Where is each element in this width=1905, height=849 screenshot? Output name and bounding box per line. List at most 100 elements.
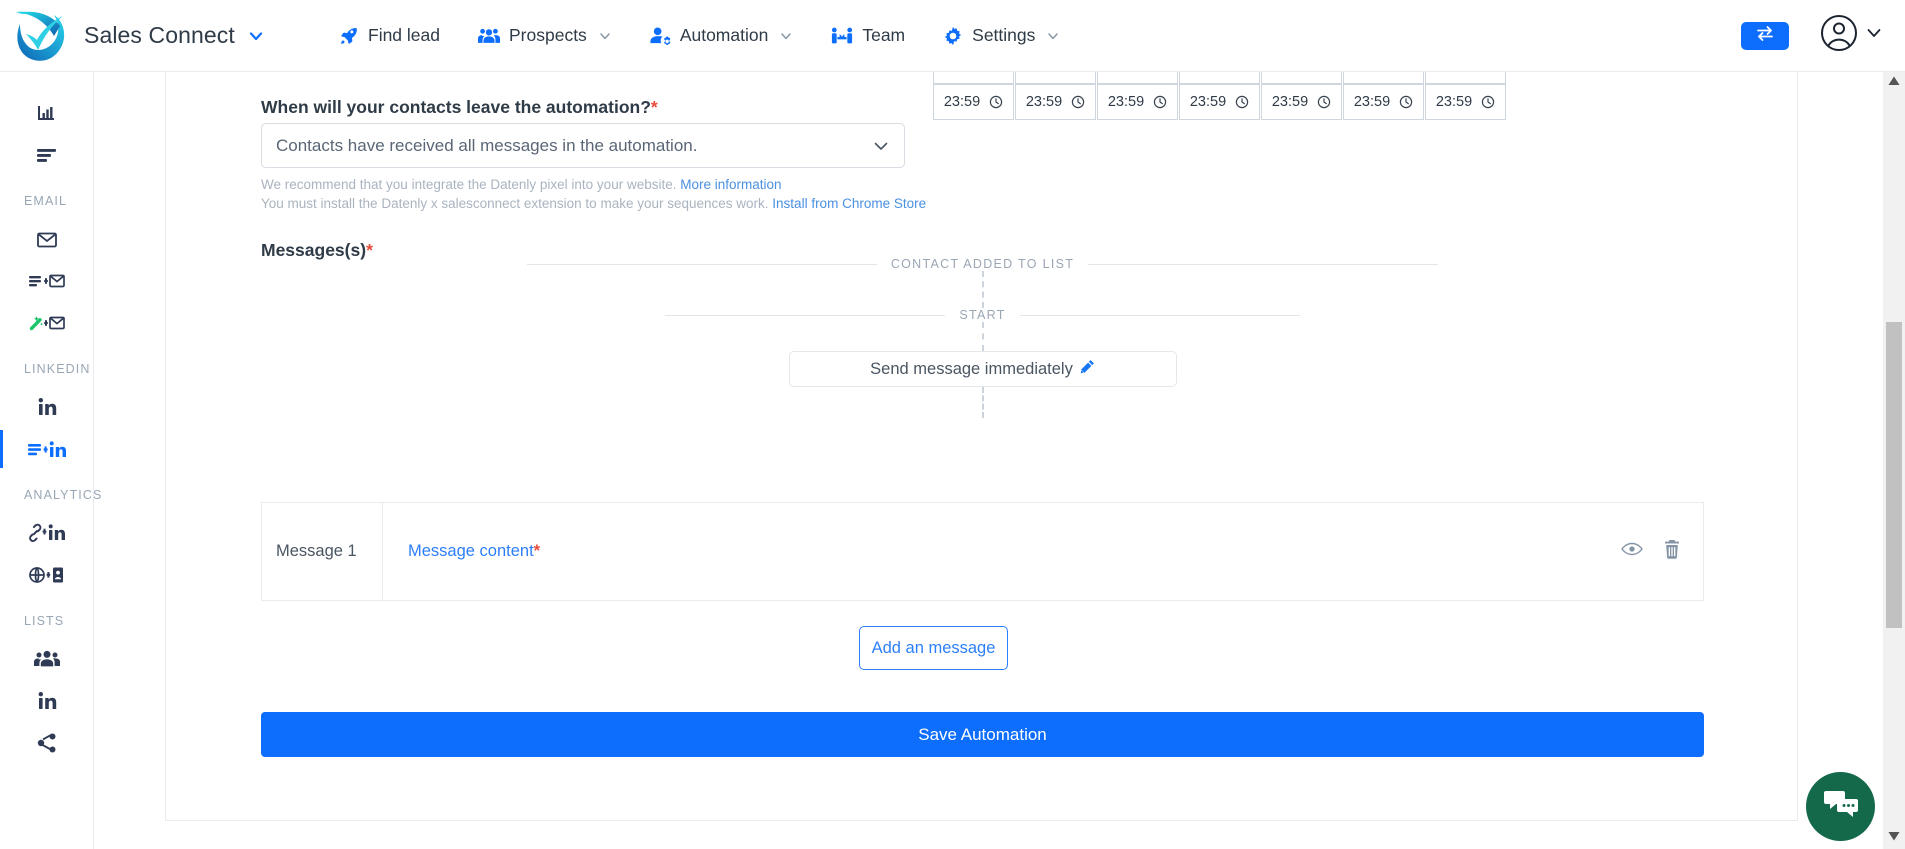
time-input[interactable] bbox=[1261, 72, 1342, 84]
list-plus-linkedin-icon bbox=[27, 438, 66, 460]
sidebar-item-email-ai[interactable] bbox=[0, 302, 93, 344]
sidebar-item-email[interactable] bbox=[0, 218, 93, 260]
nav-right-zone bbox=[1741, 13, 1905, 58]
message-content-link[interactable]: Message content* bbox=[408, 542, 540, 561]
time-input[interactable] bbox=[1015, 72, 1096, 84]
message-actions bbox=[1621, 503, 1703, 600]
sidebar-item-email-campaign[interactable] bbox=[0, 260, 93, 302]
avatar-chevron-down-icon[interactable] bbox=[1865, 24, 1883, 47]
time-value: 23:59 bbox=[1271, 94, 1309, 110]
sidebar-item-lists-overview[interactable] bbox=[0, 134, 93, 176]
time-input-end-1[interactable]: 23:59 bbox=[933, 84, 1014, 120]
clock-icon[interactable] bbox=[1317, 95, 1331, 109]
message-body: Message content* bbox=[383, 503, 1621, 600]
nav-item-settings[interactable]: Settings bbox=[943, 25, 1060, 46]
user-gear-icon bbox=[650, 26, 671, 45]
sales-connect-logo-icon bbox=[8, 4, 76, 68]
time-value: 23:59 bbox=[1107, 94, 1145, 110]
vertical-scrollbar[interactable] bbox=[1883, 72, 1905, 849]
add-message-button[interactable]: Add an message bbox=[859, 626, 1008, 670]
sidebar-item-linkedin[interactable] bbox=[0, 386, 93, 428]
sidebar-item-web-visitors[interactable] bbox=[0, 554, 93, 596]
clock-icon[interactable] bbox=[1399, 95, 1413, 109]
top-navigation-bar: Sales Connect Find lead Prospects Automa… bbox=[0, 0, 1905, 72]
share-nodes-icon bbox=[36, 732, 58, 754]
time-input-end-2[interactable]: 23:59 bbox=[1015, 84, 1096, 120]
flow-label: START bbox=[959, 308, 1006, 322]
swap-accounts-button[interactable] bbox=[1741, 21, 1789, 50]
time-input-end-7[interactable]: 23:59 bbox=[1425, 84, 1506, 120]
time-input[interactable] bbox=[933, 72, 1014, 84]
chevron-down-icon[interactable] bbox=[1046, 29, 1060, 43]
eye-icon[interactable] bbox=[1621, 541, 1643, 562]
user-menu[interactable] bbox=[1819, 13, 1883, 58]
time-input[interactable] bbox=[1343, 72, 1424, 84]
nav-label: Find lead bbox=[368, 25, 440, 45]
list-lines-icon bbox=[35, 145, 59, 165]
time-value: 23:59 bbox=[1435, 94, 1473, 110]
nav-item-automation[interactable]: Automation bbox=[650, 25, 794, 46]
nav-label: Settings bbox=[972, 25, 1036, 45]
install-chrome-store-link[interactable]: Install from Chrome Store bbox=[772, 196, 926, 211]
scroll-up-arrow-icon[interactable] bbox=[1887, 74, 1901, 92]
automation-form-card: When will your contacts leave the automa… bbox=[165, 72, 1798, 821]
globe-plus-card-icon bbox=[28, 564, 65, 586]
nav-label: Team bbox=[862, 25, 906, 45]
nav-item-prospects[interactable]: Prospects bbox=[478, 25, 612, 46]
time-input[interactable] bbox=[1179, 72, 1260, 84]
leave-automation-select[interactable]: Contacts have received all messages in t… bbox=[261, 123, 905, 168]
people-group-icon bbox=[478, 26, 500, 45]
magic-wand-envelope-icon bbox=[29, 313, 65, 333]
people-group-icon bbox=[33, 649, 60, 669]
time-input-end-3[interactable]: 23:59 bbox=[1097, 84, 1178, 120]
brand-zone[interactable]: Sales Connect bbox=[0, 4, 300, 68]
nav-item-team[interactable]: Team bbox=[831, 25, 905, 46]
automation-flow: CONTACT ADDED TO LIST START Send message… bbox=[166, 257, 1799, 418]
clock-icon[interactable] bbox=[1481, 95, 1495, 109]
sidebar-item-linkedin-campaign[interactable] bbox=[0, 428, 93, 470]
chat-bubbles-icon bbox=[1823, 789, 1859, 824]
sidebar-item-linkedin-lists[interactable] bbox=[0, 680, 93, 722]
clock-icon[interactable] bbox=[1071, 95, 1085, 109]
user-circle-icon bbox=[1819, 13, 1859, 58]
time-input-end-6[interactable]: 23:59 bbox=[1343, 84, 1424, 120]
sidebar-group-label-linkedin: LINKEDIN bbox=[24, 362, 91, 376]
vertical-scroll-thumb[interactable] bbox=[1886, 322, 1902, 628]
chevron-down-icon[interactable] bbox=[598, 29, 612, 43]
analytics-bars-icon bbox=[36, 102, 58, 124]
time-input-end-5[interactable]: 23:59 bbox=[1261, 84, 1342, 120]
save-automation-button[interactable]: Save Automation bbox=[261, 712, 1704, 757]
sidebar-item-contact-lists[interactable] bbox=[0, 638, 93, 680]
handshake-icon bbox=[831, 26, 853, 45]
sending-hours-row-end: 23:59 23:59 23:59 23:59 23:59 23:59 23:5… bbox=[933, 84, 1507, 120]
more-information-link[interactable]: More information bbox=[680, 177, 781, 192]
clock-icon[interactable] bbox=[1235, 95, 1249, 109]
time-input-end-4[interactable]: 23:59 bbox=[1179, 84, 1260, 120]
message-row: Message 1 Message content* bbox=[261, 502, 1704, 601]
chevron-down-icon[interactable] bbox=[872, 137, 890, 155]
brand-chevron-down-icon[interactable] bbox=[247, 27, 265, 45]
pixel-hint: We recommend that you integrate the Date… bbox=[261, 177, 782, 192]
nav-label: Automation bbox=[679, 25, 769, 45]
time-input[interactable] bbox=[1097, 72, 1178, 84]
extension-hint: You must install the Datenly x salesconn… bbox=[261, 196, 927, 211]
chevron-down-icon[interactable] bbox=[779, 29, 793, 43]
sidebar-group-label-lists: LISTS bbox=[24, 614, 65, 628]
link-plus-linkedin-icon bbox=[28, 522, 66, 544]
scroll-down-arrow-icon[interactable] bbox=[1887, 829, 1901, 847]
clock-icon[interactable] bbox=[1153, 95, 1167, 109]
nav-item-find-lead[interactable]: Find lead bbox=[340, 25, 440, 46]
message-name: Message 1 bbox=[262, 503, 383, 600]
trash-icon[interactable] bbox=[1663, 539, 1681, 564]
send-timing-button[interactable]: Send message immediately bbox=[788, 351, 1177, 387]
pencil-icon[interactable] bbox=[1080, 359, 1095, 379]
swap-arrows-icon bbox=[1755, 25, 1775, 46]
linkedin-in-icon bbox=[36, 690, 58, 712]
sidebar-item-shared-lists[interactable] bbox=[0, 722, 93, 764]
flow-step-start: START bbox=[166, 308, 1799, 322]
sidebar-item-dashboard[interactable] bbox=[0, 92, 93, 134]
time-input[interactable] bbox=[1425, 72, 1506, 84]
sidebar-item-linkedin-link-analytics[interactable] bbox=[0, 512, 93, 554]
chat-support-button[interactable] bbox=[1806, 772, 1875, 841]
clock-icon[interactable] bbox=[989, 95, 1003, 109]
